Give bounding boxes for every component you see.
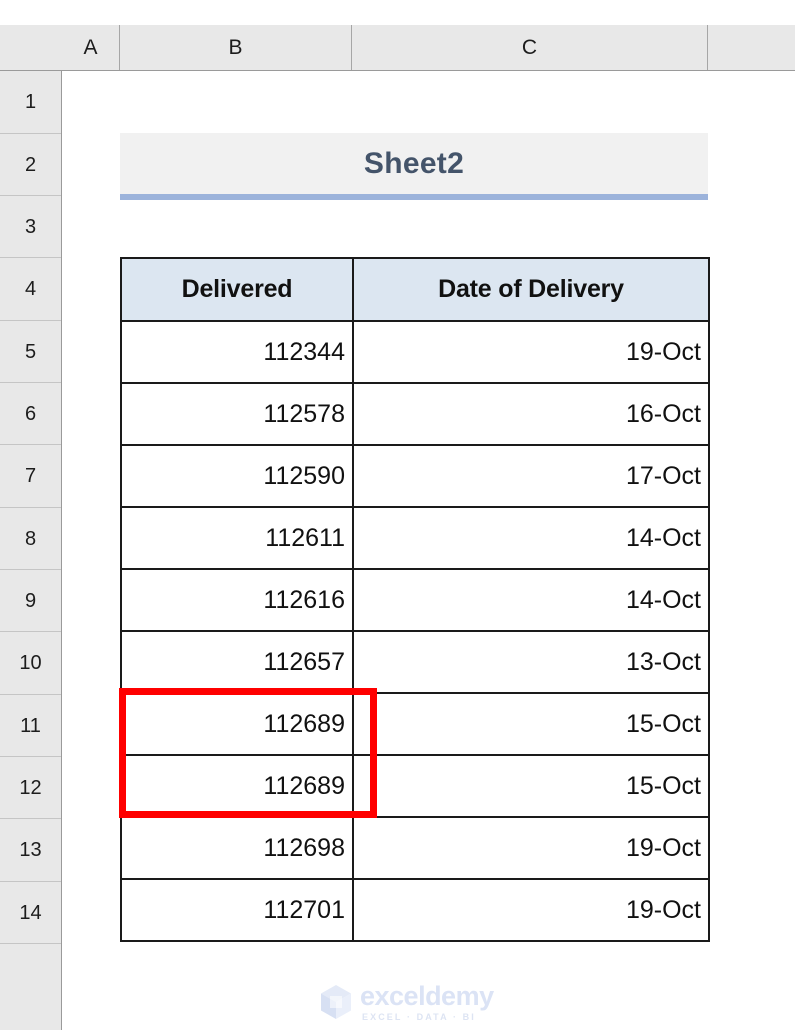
row-header-10[interactable]: 10 (0, 632, 61, 695)
table-row[interactable]: 112701 19-Oct (120, 878, 710, 942)
column-header-delivered: Delivered (120, 257, 354, 322)
watermark-tagline: EXCEL · DATA · BI (362, 1011, 476, 1022)
excel-sheet-canvas: A B C 1 2 3 4 5 6 7 8 9 10 11 12 13 14 S… (0, 0, 795, 1030)
row-header-15[interactable] (0, 944, 61, 1030)
cell-delivered[interactable]: 112701 (120, 878, 354, 942)
column-header-b[interactable]: B (120, 25, 352, 70)
delivery-table: Delivered Date of Delivery 112344 19-Oct… (120, 257, 710, 942)
cell-delivered[interactable]: 112578 (120, 382, 354, 446)
row-header-14[interactable]: 14 (0, 882, 61, 944)
exceldemy-cube-logo-icon (321, 985, 351, 1019)
cell-date[interactable]: 13-Oct (352, 630, 710, 694)
column-header-a[interactable]: A (62, 25, 120, 70)
row-header-7[interactable]: 7 (0, 445, 61, 508)
page-title: Sheet2 (363, 147, 465, 180)
sheet-title-banner: Sheet2 (120, 133, 708, 200)
table-row[interactable]: 112616 14-Oct (120, 568, 710, 632)
watermark-text-block: exceldemy EXCEL · DATA · BI (360, 980, 494, 1022)
column-header-date-of-delivery: Date of Delivery (352, 257, 710, 322)
cell-date[interactable]: 19-Oct (352, 878, 710, 942)
row-header-13[interactable]: 13 (0, 819, 61, 882)
row-header-11[interactable]: 11 (0, 695, 61, 757)
row-header-3[interactable]: 3 (0, 196, 61, 258)
cell-delivered[interactable]: 112689 (120, 754, 354, 818)
exceldemy-watermark: exceldemy EXCEL · DATA · BI (319, 980, 499, 1024)
row-header-6[interactable]: 6 (0, 383, 61, 445)
cell-delivered[interactable]: 112616 (120, 568, 354, 632)
cell-date[interactable]: 19-Oct (352, 320, 710, 384)
table-row[interactable]: 112689 15-Oct (120, 754, 710, 818)
table-row[interactable]: 112657 13-Oct (120, 630, 710, 694)
row-header-8[interactable]: 8 (0, 508, 61, 570)
watermark-brand: exceldemy (360, 980, 494, 1011)
row-header-1[interactable]: 1 (0, 71, 61, 134)
cell-date[interactable]: 15-Oct (352, 692, 710, 756)
row-header-12[interactable]: 12 (0, 757, 61, 819)
title-underline-divider (120, 194, 708, 200)
cell-delivered[interactable]: 112611 (120, 506, 354, 570)
row-header-column: 1 2 3 4 5 6 7 8 9 10 11 12 13 14 (0, 71, 62, 1030)
row-header-9[interactable]: 9 (0, 570, 61, 632)
cell-delivered[interactable]: 112698 (120, 816, 354, 880)
row-header-2[interactable]: 2 (0, 134, 61, 196)
table-header-row: Delivered Date of Delivery (120, 257, 710, 322)
cell-delivered[interactable]: 112657 (120, 630, 354, 694)
cell-date[interactable]: 14-Oct (352, 568, 710, 632)
table-row[interactable]: 112698 19-Oct (120, 816, 710, 880)
cell-date[interactable]: 15-Oct (352, 754, 710, 818)
cell-date[interactable]: 17-Oct (352, 444, 710, 508)
column-header-row: A B C (0, 25, 795, 71)
table-row[interactable]: 112611 14-Oct (120, 506, 710, 570)
cell-delivered[interactable]: 112689 (120, 692, 354, 756)
table-row[interactable]: 112344 19-Oct (120, 320, 710, 384)
column-header-c[interactable]: C (352, 25, 708, 70)
cell-date[interactable]: 14-Oct (352, 506, 710, 570)
table-row[interactable]: 112590 17-Oct (120, 444, 710, 508)
cell-date[interactable]: 16-Oct (352, 382, 710, 446)
row-header-4[interactable]: 4 (0, 258, 61, 321)
cell-delivered[interactable]: 112344 (120, 320, 354, 384)
cell-date[interactable]: 19-Oct (352, 816, 710, 880)
row-header-5[interactable]: 5 (0, 321, 61, 383)
cell-delivered[interactable]: 112590 (120, 444, 354, 508)
table-row[interactable]: 112578 16-Oct (120, 382, 710, 446)
table-row[interactable]: 112689 15-Oct (120, 692, 710, 756)
column-header-d[interactable] (708, 25, 795, 70)
